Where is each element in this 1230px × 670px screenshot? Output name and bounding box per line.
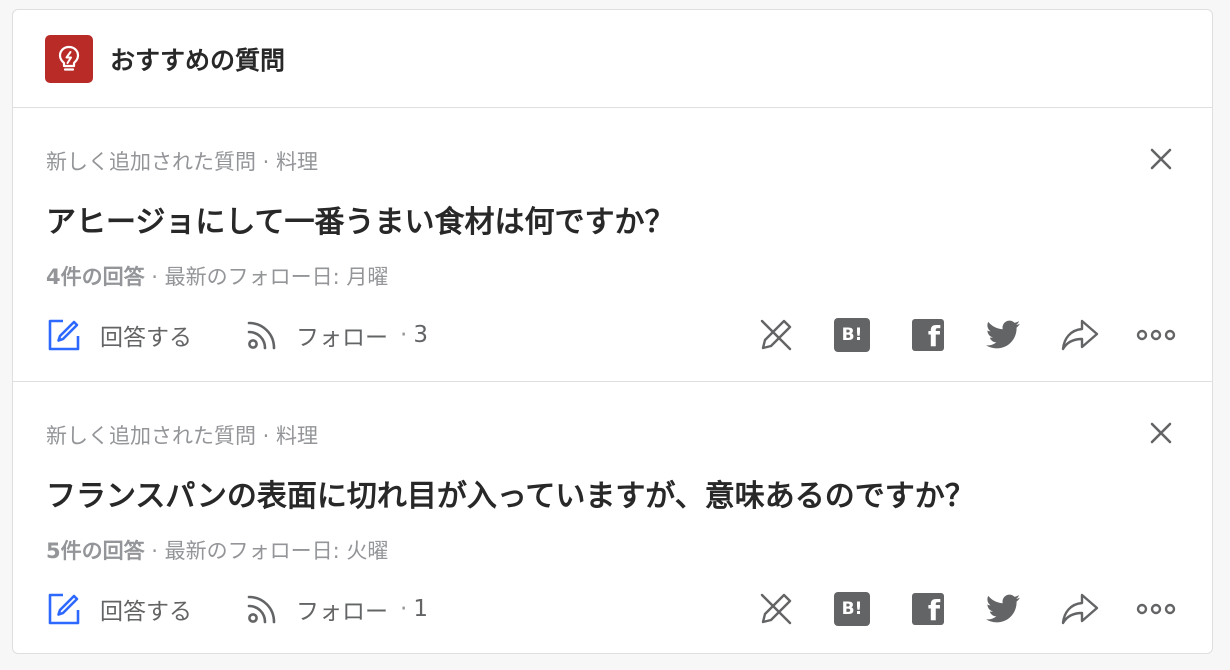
card-header: おすすめの質問 [13, 10, 1212, 108]
follow-separator: · [400, 322, 408, 348]
answer-count[interactable]: 5件の回答 [46, 539, 145, 563]
action-bar: 回答する フォロー · 1 B! f [46, 585, 1176, 633]
follow-label: フォロー [296, 599, 388, 625]
question-context: 新しく追加された質問 · 料理 [46, 150, 319, 174]
facebook-icon[interactable]: f [908, 315, 948, 355]
answer-count[interactable]: 4件の回答 [46, 265, 145, 289]
question-item: 新しく追加された質問 · 料理 アヒージョにして一番うまい食材は何ですか？ 4件… [13, 108, 1212, 382]
last-follow-date: · 最新のフォロー日: 月曜 [144, 265, 389, 289]
question-item: 新しく追加された質問 · 料理 フランスパンの表面に切れ目が入っていますが、意味… [13, 382, 1212, 656]
pencil-icon [48, 593, 80, 625]
question-title[interactable]: フランスパンの表面に切れ目が入っていますが、意味あるのですか？ [46, 471, 975, 515]
follow-button[interactable]: フォロー · 3 [244, 317, 428, 353]
twitter-icon[interactable] [984, 315, 1024, 355]
close-icon[interactable] [1148, 420, 1174, 446]
pass-pencil-icon[interactable] [756, 589, 796, 629]
hatena-bookmark-icon[interactable]: B! [832, 315, 872, 355]
answer-label: 回答する [100, 599, 192, 625]
follow-count: 3 [413, 322, 428, 348]
card-title: おすすめの質問 [110, 45, 286, 75]
answer-button[interactable]: 回答する [46, 591, 192, 627]
question-stats: 4件の回答 · 最新のフォロー日: 月曜 [46, 261, 388, 291]
recommended-questions-card: おすすめの質問 新しく追加された質問 · 料理 アヒージョにして一番うまい食材は… [12, 9, 1213, 654]
share-arrow-icon[interactable] [1060, 315, 1100, 355]
share-arrow-icon[interactable] [1060, 589, 1100, 629]
more-options-icon[interactable] [1136, 315, 1176, 355]
facebook-icon[interactable]: f [908, 589, 948, 629]
question-stats: 5件の回答 · 最新のフォロー日: 火曜 [46, 535, 388, 565]
answer-button[interactable]: 回答する [46, 317, 192, 353]
lightbulb-icon [45, 34, 93, 83]
action-bar: 回答する フォロー · 3 B! f [46, 311, 1176, 359]
question-title[interactable]: アヒージョにして一番うまい食材は何ですか？ [46, 197, 675, 241]
answer-label: 回答する [100, 325, 192, 351]
follow-label: フォロー [296, 325, 388, 351]
rss-icon [247, 321, 276, 350]
question-context: 新しく追加された質問 · 料理 [46, 424, 319, 448]
more-options-icon[interactable] [1136, 589, 1176, 629]
close-icon[interactable] [1148, 146, 1174, 172]
follow-button[interactable]: フォロー · 1 [244, 591, 428, 627]
hatena-bookmark-icon[interactable]: B! [832, 589, 872, 629]
pass-pencil-icon[interactable] [756, 315, 796, 355]
rss-icon [247, 595, 276, 624]
pencil-icon [48, 319, 80, 351]
twitter-icon[interactable] [984, 589, 1024, 629]
follow-count: 1 [413, 596, 428, 622]
last-follow-date: · 最新のフォロー日: 火曜 [144, 539, 389, 563]
follow-separator: · [400, 596, 408, 622]
